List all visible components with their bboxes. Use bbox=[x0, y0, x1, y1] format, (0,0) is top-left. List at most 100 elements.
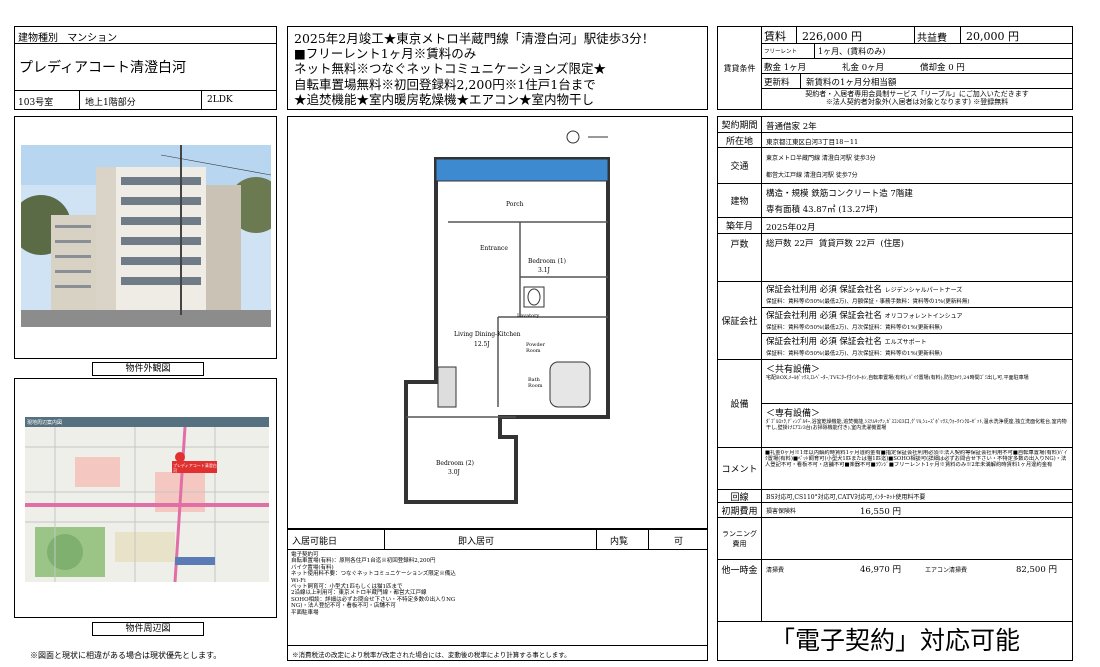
headline-line4: 自転車置場無料※初回登録料2,200円※1住戸1台まで bbox=[294, 76, 596, 92]
rent-label: 賃料 bbox=[764, 30, 786, 43]
exterior-caption: 物件外観図 bbox=[92, 362, 204, 376]
line-label: 回線 bbox=[718, 490, 762, 503]
bath-label: Bath Room bbox=[528, 377, 543, 389]
common-fee-label: 共益費 bbox=[917, 33, 947, 44]
onetime-label: 他一時金 bbox=[718, 560, 762, 621]
headline-line3: ネット無料※つなぐネットコミュニケーションズ限定★ bbox=[294, 61, 607, 77]
structure-value: 構造・規模 鉄筋コンクリート造 7階建 bbox=[766, 189, 913, 199]
units-value: 総戸数 22戸 賃貸戸数 22戸 (住居) bbox=[766, 239, 904, 249]
deposit-value: 敷金 1ヶ月 bbox=[764, 63, 807, 73]
area-value: 専有面積 43.87㎡ (13.27坪) bbox=[766, 205, 878, 215]
room-number: 103号室 bbox=[18, 98, 54, 108]
floorplan bbox=[404, 130, 610, 504]
movein-table: 入居可能日 即入居可 内覧 可 電子契約可 自転車置場(有料)：原則各住戸1台迄… bbox=[287, 529, 708, 661]
transport-line2: 都営大江戸線 清澄白河駅 徒歩7分 bbox=[766, 172, 858, 179]
address-value: 東京都江東区白河3丁目18－11 bbox=[766, 138, 859, 146]
headline-line5: ★追焚機能★室内暖房乾燥機★エアコン★室内物干し bbox=[294, 91, 595, 107]
guarantor-label: 保証会社 bbox=[718, 282, 762, 359]
service-note1: 契約者・入居者専用会員制サービス「リーブル」にご加入いただきます bbox=[805, 90, 1029, 98]
guarantor-company: エルズサポート bbox=[884, 339, 927, 346]
viewing-value: 可 bbox=[674, 537, 684, 547]
property-header: 建物種別 マンション プレディアコート清澄白河 103号室 地上1階部分 2LD… bbox=[14, 26, 277, 110]
movein-note: 平面駐車場 bbox=[291, 609, 319, 616]
guarantor-head: 保証会社利用 必須 保証会社名 bbox=[766, 311, 882, 321]
units-label: 戸数 bbox=[718, 234, 762, 281]
built-value: 2025年02月 bbox=[766, 223, 816, 233]
freerent-label: フリーレント bbox=[764, 49, 798, 55]
rental-conditions: 賃貸条件 賃料 226,000 円 共益費 20,000 円 フリーレント 1ヶ… bbox=[717, 26, 1073, 110]
exterior-photo-frame bbox=[14, 116, 277, 359]
guarantor-head: 保証会社利用 必須 保証会社名 bbox=[766, 337, 882, 347]
layout-value: 2LDK bbox=[207, 95, 233, 105]
guarantor-detail: 保証料：賃料等の50%(最低2万)、月額保証・事務手数料：賃料等の1%(更新料無… bbox=[766, 299, 970, 305]
amortization-value: 償却金 0 円 bbox=[920, 63, 965, 73]
e-contract-banner: 「電子契約」対応可能 bbox=[769, 626, 1020, 655]
discrepancy-note: ※図面と現状に相違がある場合は現状優先とします。 bbox=[30, 651, 222, 660]
transport-label: 交通 bbox=[718, 148, 762, 183]
service-note2: ※法人契約者対象外(入居者は対象となります) ※登録無料 bbox=[825, 98, 1009, 106]
address-label: 所在地 bbox=[718, 133, 762, 147]
ac-clean-value: 82,500 円 bbox=[1016, 565, 1057, 575]
movein-notes: 電子契約可 自転車置場(有料)：原則各住戸1台迄※初回登録料2,200円 バイク… bbox=[291, 552, 456, 616]
map-frame: 現地周辺案内図 プレディアコート清澄白河 bbox=[14, 378, 277, 618]
contract-value: 普通借家 2年 bbox=[766, 122, 817, 132]
building-label: 建物 bbox=[718, 184, 762, 217]
type-value: マンション bbox=[67, 33, 118, 44]
headline-line2: ■フリーレント1ヶ月※賃料のみ bbox=[294, 46, 477, 62]
guarantor-company: レジデンシャルパートナーズ bbox=[884, 287, 963, 294]
ac-clean-label: エアコン清掃費 bbox=[925, 567, 968, 574]
freerent-value: 1ヶ月、(賃料のみ) bbox=[818, 47, 886, 56]
private-equipment: ﾀﾞﾌﾞﾙﾛｯｸ,ﾃﾞｨﾝﾌﾟﾙｷｰ,浴室乾燥機能,追焚機能,ｼｽﾃﾑｷｯﾁﾝ,… bbox=[766, 419, 1067, 431]
viewing-label: 内覧 bbox=[610, 537, 629, 547]
movein-note: ネット使用料不要：つなぐネットコミュニケーションズ限定※備込 bbox=[291, 571, 456, 578]
built-label: 築年月 bbox=[718, 218, 762, 233]
headline-line1: 2025年2月竣工★東京メトロ半蔵門線「清澄白河」駅徒歩3分！ bbox=[294, 31, 655, 46]
transport-line1: 東京メトロ半蔵門線 清澄白河駅 徒歩3分 bbox=[766, 155, 876, 162]
private-equipment-title: ＜専有設備＞ bbox=[766, 409, 821, 419]
bedroom1-size: 3.1J bbox=[538, 267, 550, 274]
type-label: 建物種別 bbox=[18, 33, 58, 44]
property-name: プレディアコート清澄白河 bbox=[19, 60, 187, 76]
movein-note: 自転車置場(有料)：原則各住戸1台迄※初回登録料2,200円 bbox=[291, 558, 436, 565]
renewal-label: 更新料 bbox=[764, 78, 790, 88]
lavatory-label: Lavatory bbox=[517, 313, 540, 319]
ldk-size: 12.5J bbox=[474, 341, 490, 348]
map-title: 現地周辺案内図 bbox=[27, 420, 63, 426]
equipment-label: 設備 bbox=[718, 360, 762, 447]
guarantor-detail: 保証料：賃料等の50%(最低2万)、月次保証料：賃料等の1%(更新料無) bbox=[766, 351, 943, 357]
initial-item: 損害保険料 bbox=[766, 508, 797, 515]
guarantor-detail: 保証料：賃料等の50%(最低2万)、月次保証料：賃料等の1%(更新料無) bbox=[766, 325, 943, 331]
initial-value: 16,550 円 bbox=[860, 507, 901, 517]
common-equipment: 宅配BOX,ﾒｰﾙﾎﾞｯｸｽ,ｴﾚﾍﾞｰﾀｰ,TVﾓﾆﾀｰ付ｲﾝﾀｰﾎﾝ,自転車… bbox=[766, 375, 1029, 381]
clean-value: 46,970 円 bbox=[860, 565, 901, 575]
map-pin-label: プレディアコート清澄白河 bbox=[173, 463, 217, 473]
conditions-label: 賃貸条件 bbox=[718, 27, 762, 109]
contract-label: 契約期間 bbox=[718, 117, 762, 132]
line-value: BS対応可,CS110°対応可,CATV対応可,ｲﾝﾀｰﾈｯﾄ使用料不要 bbox=[766, 494, 926, 501]
common-equipment-title: ＜共有設備＞ bbox=[766, 365, 821, 375]
initial-cost-label: 初期費用 bbox=[718, 503, 762, 517]
tax-note: ※消費税法の改定により税率が改定された場合には、変動後の税率により計算する事とし… bbox=[292, 651, 571, 659]
ldk-label: Living Dining-Kitchen bbox=[454, 331, 521, 338]
bedroom1-label: Bedroom (1) bbox=[528, 258, 566, 265]
bedroom2-size: 3.0J bbox=[448, 469, 460, 476]
comment-label: コメント bbox=[718, 448, 762, 489]
guarantor-head: 保証会社利用 必須 保証会社名 bbox=[766, 285, 882, 295]
keymoney-value: 礼金 0ヶ月 bbox=[842, 63, 885, 73]
clean-label: 清掃費 bbox=[766, 567, 785, 574]
headline-box: 2025年2月竣工★東京メトロ半蔵門線「清澄白河」駅徒歩3分！ ■フリーレント1… bbox=[287, 26, 708, 110]
bedroom2-label: Bedroom (2) bbox=[436, 460, 474, 467]
comment-text: ■礼金0ヶ月※1年以内解約時賃料1ヶ月違約金有■指定保証会社利用必須※法人契約等… bbox=[765, 450, 1068, 469]
area-map bbox=[25, 417, 269, 582]
rent-value: 226,000 円 bbox=[802, 30, 862, 43]
movein-label: 入居可能日 bbox=[292, 537, 338, 547]
porch-label: Porch bbox=[506, 201, 524, 208]
exterior-photo bbox=[21, 145, 271, 327]
floor-value: 地上1階部分 bbox=[85, 98, 136, 108]
renewal-value: 新賃料の1ヶ月分相当額 bbox=[806, 78, 897, 88]
map-caption: 物件周辺図 bbox=[92, 622, 204, 636]
movein-value: 即入居可 bbox=[458, 537, 495, 547]
details-table: 契約期間 普通借家 2年 所在地 東京都江東区白河3丁目18－11 交通 東京メ… bbox=[717, 116, 1073, 661]
entrance-label: Entrance bbox=[480, 245, 508, 252]
running-cost-label: ランニング費用 bbox=[718, 518, 762, 559]
